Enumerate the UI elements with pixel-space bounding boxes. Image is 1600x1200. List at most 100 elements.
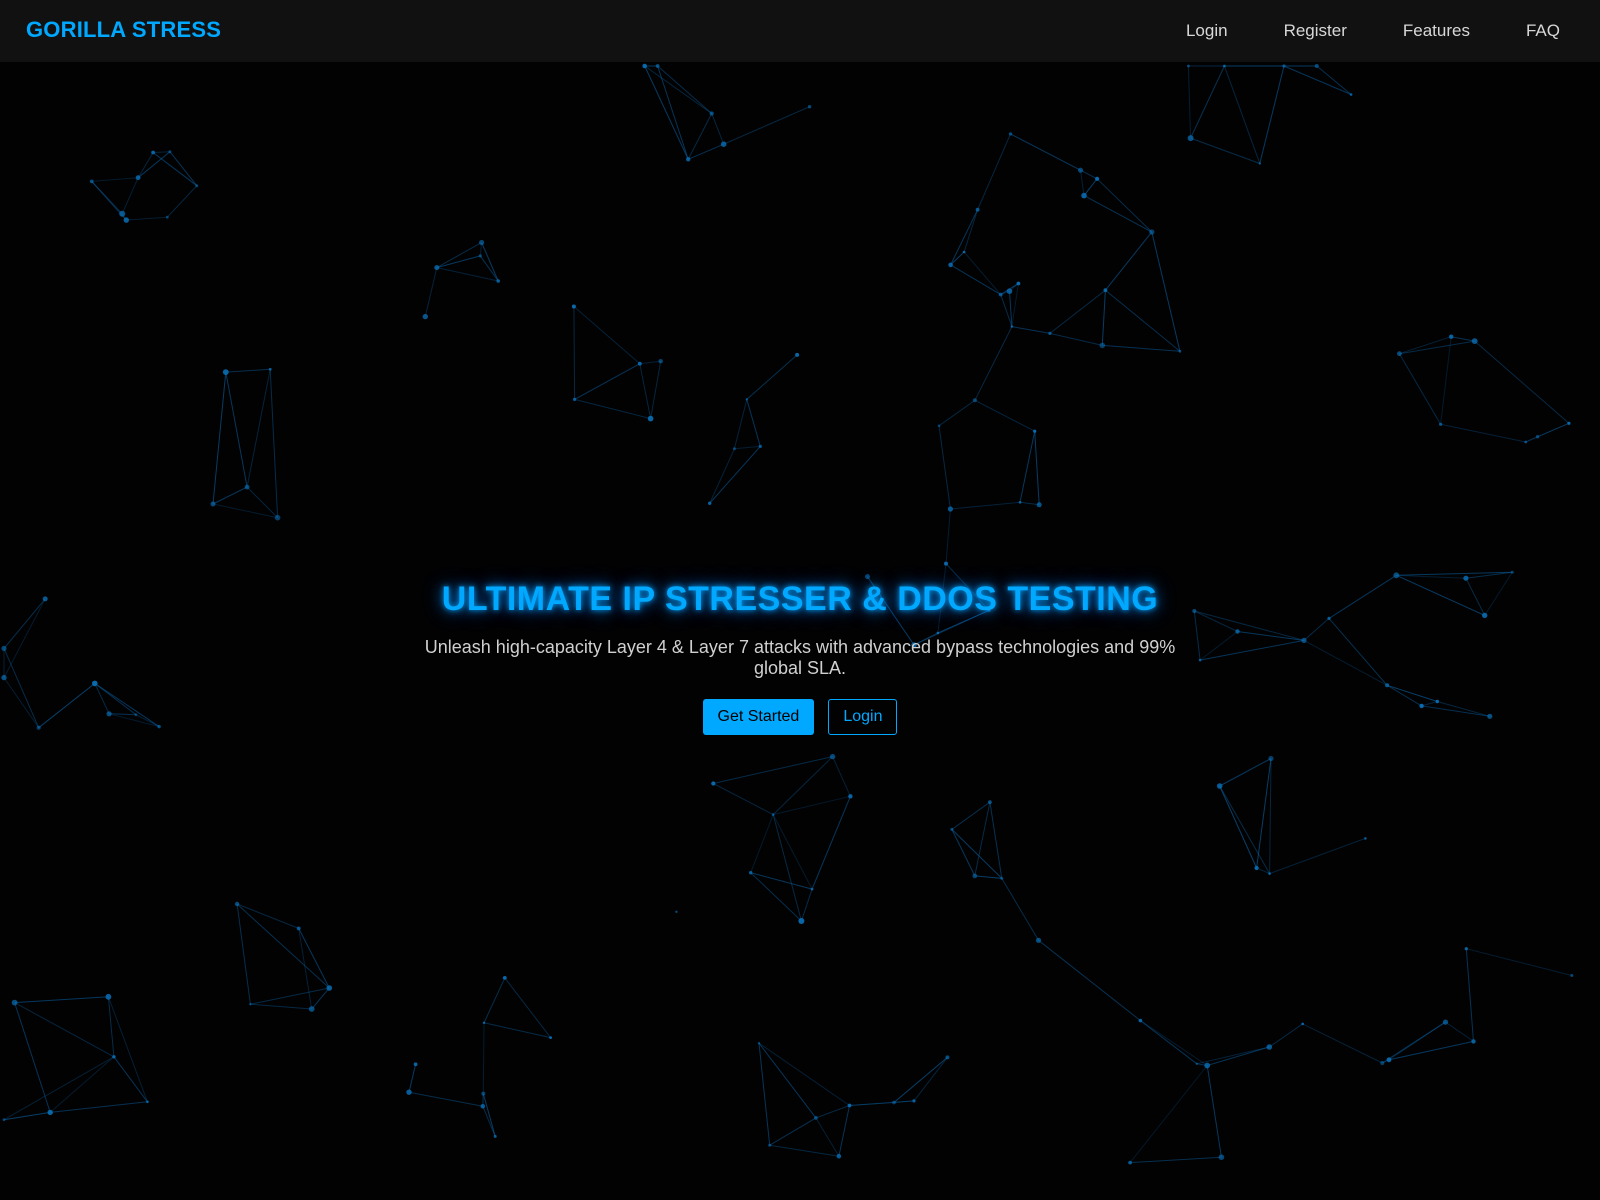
network-line xyxy=(408,1091,483,1107)
network-node xyxy=(1393,572,1400,579)
network-node xyxy=(1449,334,1454,339)
network-node xyxy=(123,217,129,223)
nav-link-register[interactable]: Register xyxy=(1284,21,1347,41)
network-node xyxy=(1216,783,1223,789)
network-line xyxy=(1451,336,1475,342)
network-node xyxy=(1364,837,1367,840)
network-line xyxy=(769,1117,817,1146)
nav-link-features[interactable]: Features xyxy=(1403,21,1470,41)
network-line xyxy=(250,1003,312,1010)
network-node xyxy=(11,999,18,1006)
network-line xyxy=(113,1056,148,1103)
network-node xyxy=(1187,135,1194,142)
network-line xyxy=(1302,1023,1383,1064)
network-line xyxy=(650,361,662,419)
network-line xyxy=(126,216,168,221)
network-line xyxy=(746,399,761,447)
network-line xyxy=(436,255,481,269)
network-line xyxy=(1474,340,1570,424)
network-node xyxy=(326,985,333,991)
network-line xyxy=(1019,431,1036,503)
network-line xyxy=(212,503,278,519)
network-node xyxy=(406,1089,412,1095)
network-node xyxy=(637,361,642,366)
hero-login-button[interactable]: Login xyxy=(828,699,898,735)
network-line xyxy=(769,1144,839,1157)
brand-logo-link[interactable]: GORILLA STRESS xyxy=(26,17,221,43)
network-node xyxy=(1000,876,1004,880)
network-node xyxy=(480,1104,486,1109)
network-line xyxy=(1440,423,1526,443)
network-node xyxy=(549,1036,552,1039)
network-line xyxy=(713,756,833,784)
network-line xyxy=(687,113,713,160)
network-node xyxy=(1077,167,1084,173)
network-node xyxy=(1570,974,1574,977)
network-line xyxy=(49,1056,115,1113)
network-line xyxy=(951,829,976,877)
network-node xyxy=(296,926,301,931)
network-node xyxy=(1204,1062,1211,1069)
network-node xyxy=(482,1021,486,1024)
network-node xyxy=(1439,422,1443,426)
network-line xyxy=(573,306,641,365)
network-node xyxy=(1035,937,1042,943)
network-node xyxy=(1095,176,1100,181)
network-node xyxy=(1218,1154,1225,1160)
network-node xyxy=(1314,64,1319,68)
network-node xyxy=(892,1100,896,1105)
network-node xyxy=(1048,331,1052,335)
network-node xyxy=(745,398,748,401)
network-node xyxy=(1018,501,1022,504)
network-node xyxy=(658,359,663,364)
hero-buttons: Get Started Login xyxy=(0,699,1600,735)
network-line xyxy=(832,756,851,797)
network-node xyxy=(1510,570,1514,574)
network-node xyxy=(1349,93,1353,96)
network-line xyxy=(153,151,170,153)
network-line xyxy=(950,251,965,266)
network-line xyxy=(758,1043,771,1146)
network-line xyxy=(644,65,689,160)
network-node xyxy=(1266,1044,1273,1050)
network-node xyxy=(865,574,870,580)
network-node xyxy=(1187,64,1190,68)
network-line xyxy=(91,177,139,182)
network-line xyxy=(1105,231,1153,291)
nav-link-faq[interactable]: FAQ xyxy=(1526,21,1560,41)
network-node xyxy=(1524,440,1528,444)
network-line xyxy=(1010,133,1081,171)
network-line xyxy=(951,829,1003,879)
network-line xyxy=(269,369,279,518)
network-line xyxy=(1101,290,1106,346)
network-node xyxy=(848,794,853,799)
network-node xyxy=(434,265,440,271)
network-node xyxy=(1149,229,1155,235)
network-node xyxy=(274,514,281,521)
network-node xyxy=(836,1153,842,1159)
network-node xyxy=(757,1042,761,1045)
network-node xyxy=(945,1055,950,1060)
network-node xyxy=(105,993,112,1000)
network-line xyxy=(709,446,761,504)
network-node xyxy=(135,175,141,181)
network-node xyxy=(1006,288,1013,295)
network-line xyxy=(893,1057,948,1103)
nav-link-login[interactable]: Login xyxy=(1186,21,1228,41)
network-line xyxy=(137,152,154,178)
network-node xyxy=(119,210,126,217)
network-node xyxy=(478,254,482,258)
network-node xyxy=(112,1055,116,1059)
get-started-button[interactable]: Get Started xyxy=(702,699,815,735)
network-node xyxy=(647,415,654,422)
network-node xyxy=(1128,1160,1132,1165)
network-node xyxy=(1268,755,1274,762)
network-line xyxy=(236,903,330,989)
network-line xyxy=(1049,289,1106,334)
network-line xyxy=(574,363,641,400)
network-node xyxy=(708,501,712,505)
network-line xyxy=(236,903,251,1005)
network-line xyxy=(838,1105,850,1157)
network-node xyxy=(771,813,775,816)
network-line xyxy=(1219,758,1272,787)
